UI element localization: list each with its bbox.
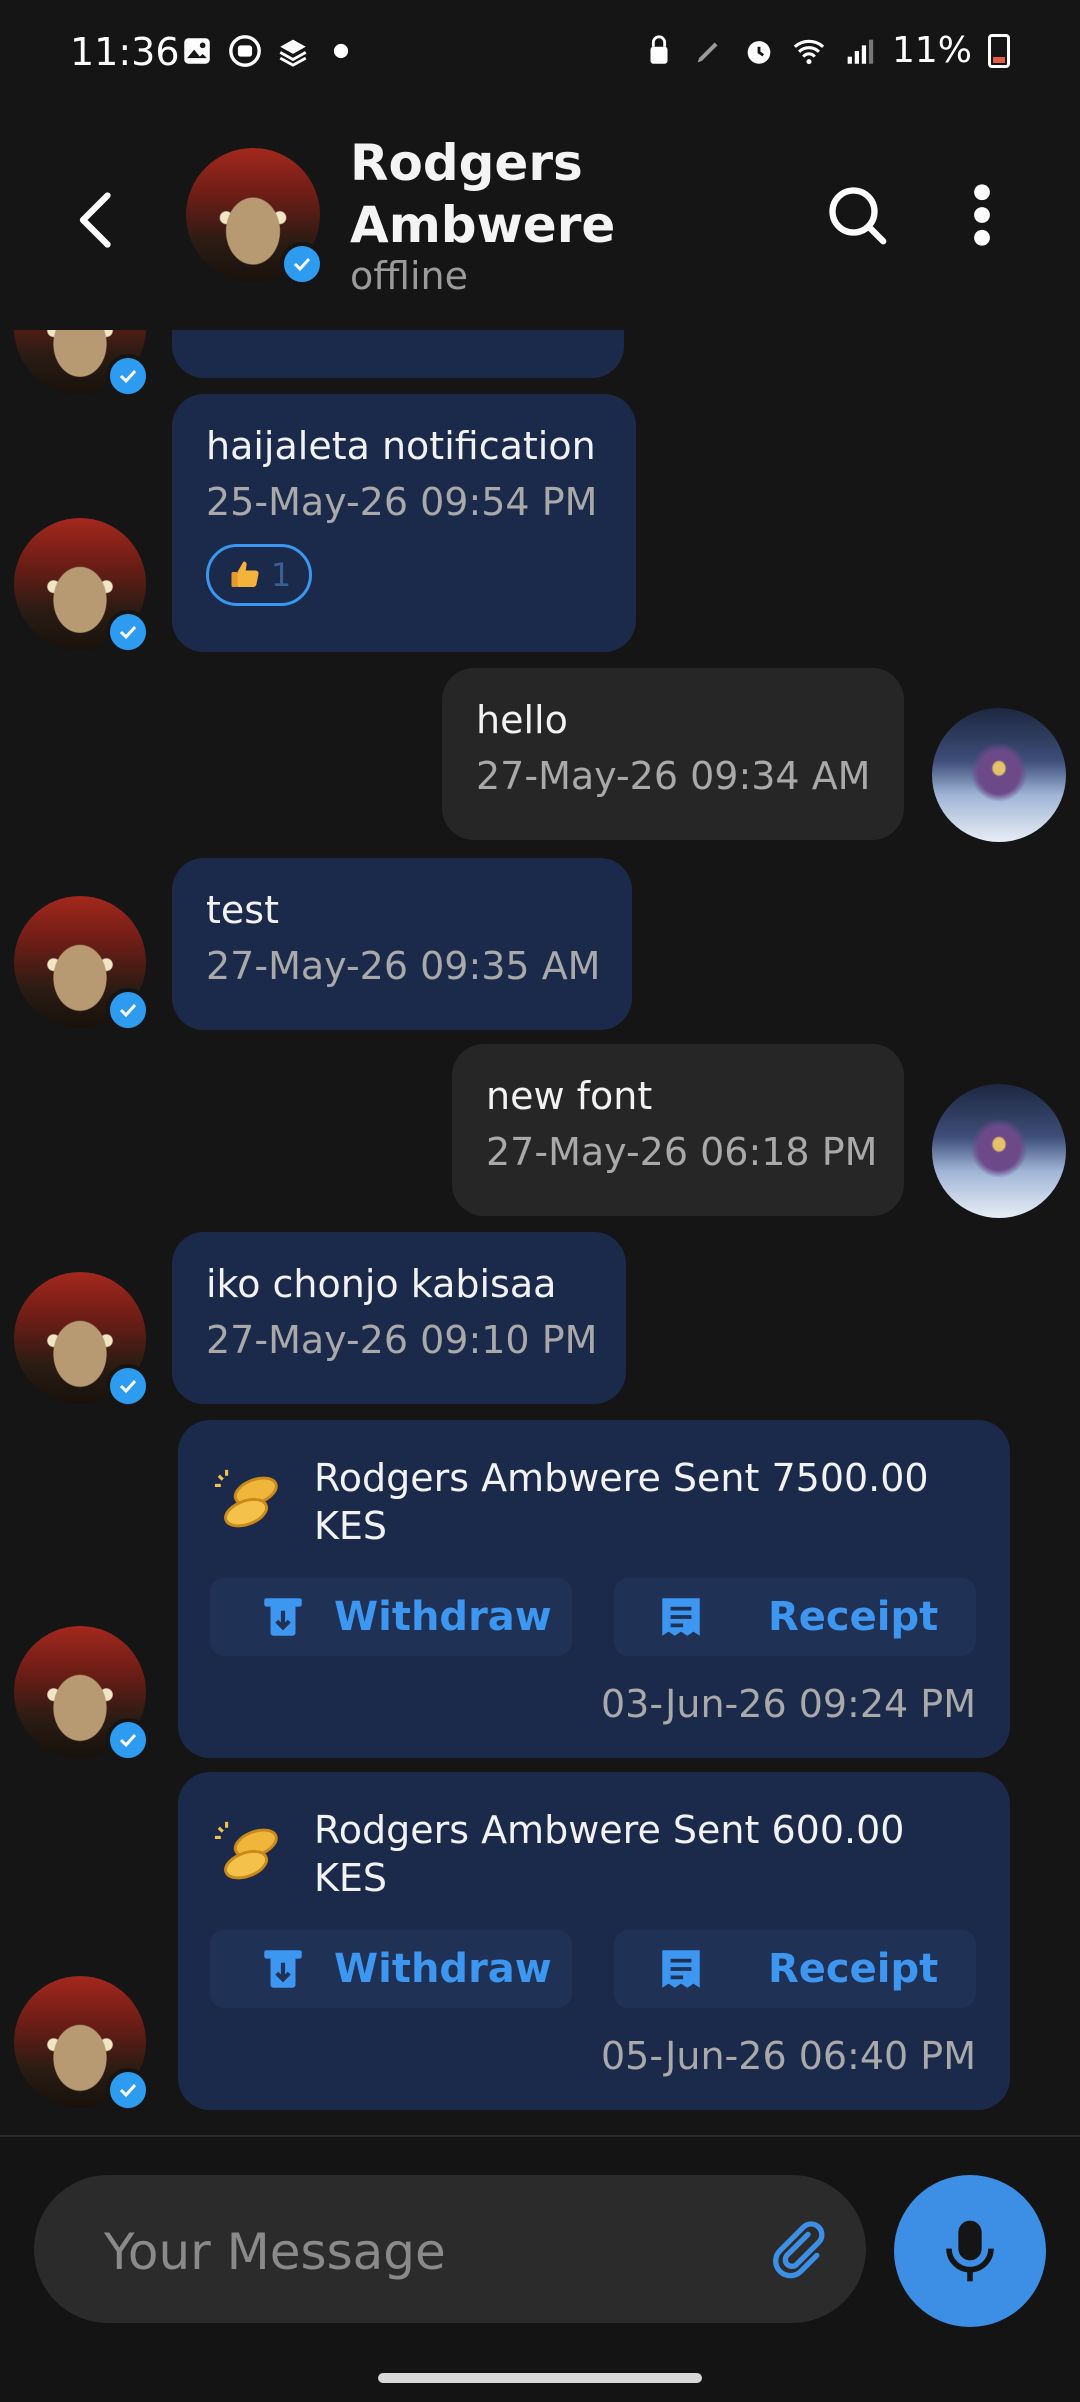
status-bar: 11:36 11% [0, 0, 1080, 110]
coins-icon [214, 1469, 278, 1528]
lock-icon [650, 35, 668, 64]
verified-badge-icon [106, 1718, 150, 1762]
withdraw-label: Withdraw [334, 1946, 552, 1992]
chat-header: Rodgers Ambwere offline [0, 110, 1080, 330]
message-timestamp: 27-May-26 09:35 AM [206, 944, 601, 988]
message-bubble[interactable]: test 27-May-26 09:35 AM [172, 858, 632, 1030]
receipt-label: Receipt [768, 1594, 939, 1640]
message-input[interactable]: Your Message [34, 2175, 866, 2323]
message-text: hello [476, 698, 568, 742]
microphone-icon [946, 2220, 994, 2282]
pen-icon [697, 42, 718, 62]
message-timestamp: 27-May-26 09:10 PM [206, 1318, 598, 1362]
message-bubble[interactable]: haijaleta notification 25-May-26 09:54 P… [172, 394, 636, 652]
receipt-button[interactable]: Receipt [614, 1578, 976, 1656]
notification-icons [180, 34, 358, 68]
status-time: 11:36 [70, 30, 180, 74]
dot-icon [333, 43, 349, 59]
receipt-icon [662, 1950, 700, 1988]
message-placeholder: Your Message [104, 2223, 446, 2281]
receipt-icon [662, 1598, 700, 1636]
message-bubble[interactable]: iko chonjo kabisaa 27-May-26 09:10 PM [172, 1232, 626, 1404]
message-bubble-partial[interactable] [172, 330, 624, 378]
app-notification-icon [229, 35, 261, 67]
receipt-label: Receipt [768, 1946, 939, 1992]
composer-bar: Your Message [0, 2135, 1080, 2402]
verified-badge-icon [106, 1364, 150, 1408]
sender-avatar[interactable] [14, 518, 150, 654]
message-text: new font [486, 1074, 653, 1118]
message-bubble[interactable]: new font 27-May-26 06:18 PM [452, 1044, 904, 1216]
my-avatar[interactable] [932, 708, 1066, 842]
more-options-button[interactable] [958, 180, 1006, 250]
payment-text: Rodgers Ambwere Sent 7500.00 KES [314, 1456, 929, 1548]
reaction-count: 1 [270, 556, 292, 594]
receipt-button[interactable]: Receipt [614, 1930, 976, 2008]
message-timestamp: 25-May-26 09:54 PM [206, 480, 598, 524]
message-text: haijaleta notification [206, 424, 596, 468]
verified-badge-icon [106, 2068, 150, 2112]
message-text: test [206, 888, 279, 932]
gesture-nav-handle[interactable] [378, 2373, 702, 2383]
coins-icon [214, 1821, 278, 1880]
contact-presence: offline [350, 254, 469, 298]
sender-avatar[interactable] [14, 1976, 150, 2112]
gallery-icon [184, 38, 210, 64]
signal-icon [847, 39, 874, 64]
verified-badge-icon [280, 242, 324, 286]
payment-timestamp: 05-Jun-26 06:40 PM [601, 2034, 976, 2078]
thumbs-up-icon [231, 561, 259, 588]
microphone-button[interactable] [894, 2175, 1046, 2327]
contact-avatar[interactable] [186, 148, 324, 286]
payment-card[interactable]: Rodgers Ambwere Sent 7500.00 KES Withdra… [178, 1420, 1010, 1758]
contact-name[interactable]: Rodgers Ambwere [350, 132, 650, 256]
my-avatar[interactable] [932, 1084, 1066, 1218]
payment-text: Rodgers Ambwere Sent 600.00 KES [314, 1808, 905, 1900]
sender-avatar[interactable] [14, 330, 150, 398]
system-icons: 11% [642, 30, 1010, 71]
verified-badge-icon [106, 610, 150, 654]
message-bubble[interactable]: hello 27-May-26 09:34 AM [442, 668, 904, 840]
message-timestamp: 27-May-26 09:34 AM [476, 754, 871, 798]
withdraw-icon [264, 1950, 302, 1988]
verified-badge-icon [106, 354, 150, 398]
withdraw-button[interactable]: Withdraw [210, 1930, 572, 2008]
message-text: iko chonjo kabisaa [206, 1262, 557, 1306]
withdraw-button[interactable]: Withdraw [210, 1578, 572, 1656]
payment-card[interactable]: Rodgers Ambwere Sent 600.00 KES Withdraw… [178, 1772, 1010, 2110]
search-button[interactable] [822, 180, 892, 250]
withdraw-label: Withdraw [334, 1594, 552, 1640]
withdraw-icon [264, 1598, 302, 1636]
sender-avatar[interactable] [14, 896, 150, 1032]
payment-timestamp: 03-Jun-26 09:24 PM [601, 1682, 976, 1726]
message-list[interactable]: haijaleta notification 25-May-26 09:54 P… [0, 330, 1080, 2135]
sender-avatar[interactable] [14, 1272, 150, 1408]
back-button[interactable] [62, 180, 132, 260]
reaction-chip[interactable]: 1 [206, 544, 312, 606]
battery-percent: 11% [891, 30, 972, 71]
wifi-icon [793, 39, 825, 64]
message-timestamp: 27-May-26 06:18 PM [486, 1130, 878, 1174]
sender-avatar[interactable] [14, 1626, 150, 1762]
stack-notification-icon [279, 39, 307, 67]
verified-badge-icon [106, 988, 150, 1032]
alarm-icon [747, 40, 771, 64]
paperclip-icon[interactable] [764, 2217, 828, 2281]
battery-icon [988, 33, 1010, 68]
